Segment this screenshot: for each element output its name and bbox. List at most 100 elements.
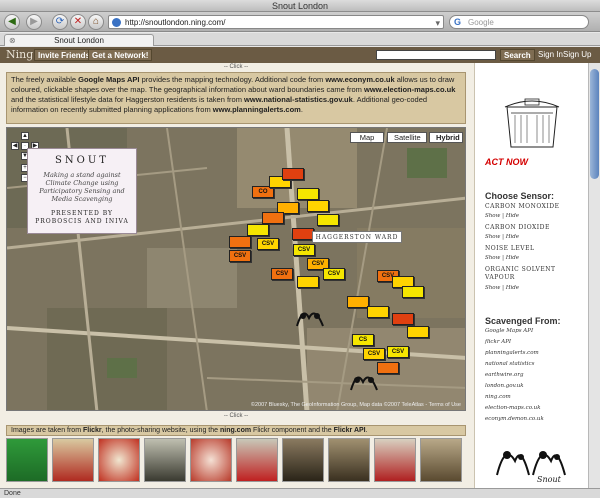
snout-tagline: Making a stand against Climate Change us… [39, 171, 125, 203]
csv-marker[interactable]: CSV [229, 250, 251, 262]
search-field[interactable]: G Google [449, 15, 589, 29]
vertical-scrollbar[interactable] [588, 63, 600, 488]
hide-link[interactable]: Hide [506, 234, 519, 240]
csv-marker[interactable] [297, 276, 319, 288]
close-tab-icon[interactable]: ⊗ [9, 35, 16, 46]
map-type-satellite[interactable]: Satellite [387, 132, 427, 143]
flickr-thumbnail[interactable] [420, 438, 462, 482]
ning-search-input[interactable] [376, 50, 496, 60]
csv-marker[interactable] [392, 313, 414, 325]
snout-mascot-icon [350, 376, 378, 391]
caption-text: . [365, 427, 368, 434]
flickr-thumbnail[interactable] [190, 438, 232, 482]
click-toggle-bottom[interactable]: -- Click -- [6, 413, 466, 421]
dropdown-chevron-icon[interactable]: ▾ [435, 17, 440, 30]
forward-arrow-icon[interactable]: ▶ [26, 14, 42, 30]
show-link[interactable]: Show [485, 213, 500, 219]
ning-search-button[interactable]: Search [500, 49, 535, 61]
map-type-map[interactable]: Map [350, 132, 384, 143]
map-attribution: ©2007 Bluesky, The GeoInformation Group,… [250, 402, 461, 408]
csv-marker[interactable]: CSV [271, 268, 293, 280]
sign-up-link[interactable]: Sign Up [563, 50, 591, 59]
national-statistics-link[interactable]: www.national-statistics.gov.uk [244, 95, 353, 104]
flickr-thumbnail[interactable] [6, 438, 48, 482]
election-maps-link[interactable]: www.election-maps.co.uk [364, 85, 455, 94]
flickr-link[interactable]: Flickr [83, 427, 102, 434]
csv-marker[interactable] [247, 224, 269, 236]
csv-marker[interactable]: CSV [293, 244, 315, 256]
flickr-thumbnail[interactable] [52, 438, 94, 482]
map-type-hybrid[interactable]: Hybrid [429, 132, 463, 143]
flickr-thumbnail[interactable] [328, 438, 370, 482]
csv-marker[interactable] [347, 296, 369, 308]
back-arrow-icon[interactable]: ◀ [4, 14, 20, 30]
get-network-button[interactable]: Get a Network! [88, 49, 153, 61]
source-link[interactable]: ning.com [485, 394, 511, 400]
flickr-thumbnail[interactable] [282, 438, 324, 482]
act-now-link[interactable]: ACT NOW [485, 157, 528, 167]
info-text: and the statistical lifestyle data for H… [11, 95, 245, 104]
satellite-map[interactable]: ▲ ◀ · ▶ ▼ + − Map Satellite Hybrid SNOUT… [6, 127, 466, 411]
snout-mascot-icon [296, 312, 324, 327]
pan-up-icon[interactable]: ▲ [21, 132, 29, 140]
source-link[interactable]: election-maps.co.uk [485, 405, 541, 411]
source-link[interactable]: planningalerts.com [485, 350, 539, 356]
info-text: . [300, 105, 303, 114]
csv-marker[interactable]: CSV [323, 268, 345, 280]
hide-link[interactable]: Hide [506, 213, 519, 219]
scavenged-from-heading: Scavenged From: [485, 316, 561, 326]
source-link[interactable]: london.gov.uk [485, 383, 524, 389]
csv-marker[interactable] [407, 326, 429, 338]
stop-icon[interactable]: ✕ [70, 14, 86, 30]
show-link[interactable]: Show [485, 255, 500, 261]
csv-marker[interactable] [282, 168, 304, 180]
hide-link[interactable]: Hide [506, 255, 519, 261]
ning-logo[interactable]: Ning [6, 48, 33, 61]
ning-link[interactable]: ning.com [220, 427, 251, 434]
csv-marker[interactable]: CSV [363, 348, 385, 360]
scrollbar-thumb[interactable] [590, 69, 599, 179]
source-link[interactable]: national statistics [485, 361, 534, 367]
url-text: http://snoutlondon.ning.com/ [125, 18, 226, 27]
source-link[interactable]: econym.demon.co.uk [485, 416, 544, 422]
url-bar[interactable]: http://snoutlondon.ning.com/ ▾ [108, 15, 444, 29]
csv-marker[interactable] [262, 212, 284, 224]
csv-marker[interactable] [402, 286, 424, 298]
flickr-thumbnail[interactable] [236, 438, 278, 482]
csv-marker[interactable]: CSV [387, 346, 409, 358]
site-favicon-icon [112, 18, 121, 27]
planningalerts-link[interactable]: www.planningalerts.com [213, 105, 301, 114]
invite-friends-button[interactable]: Invite Friends [34, 49, 95, 61]
choose-sensor-heading: Choose Sensor: [485, 191, 555, 201]
flickr-thumbnail[interactable] [98, 438, 140, 482]
flickr-thumbnail[interactable] [374, 438, 416, 482]
csv-marker[interactable] [292, 228, 314, 240]
econym-link[interactable]: www.econym.co.uk [325, 75, 394, 84]
source-link[interactable]: Google Maps API [485, 328, 533, 334]
pan-left-icon[interactable]: ◀ [11, 142, 19, 150]
sensor-name: CARBON DIOXIDE [485, 224, 550, 231]
source-link[interactable]: flickr API [485, 339, 511, 345]
csv-marker[interactable] [367, 306, 389, 318]
sensor-toggle: Show | Hide [485, 285, 520, 291]
show-link[interactable]: Show [485, 234, 500, 240]
csv-marker[interactable]: CSV [257, 238, 279, 250]
click-toggle-top[interactable]: -- Click -- [6, 64, 466, 72]
reload-icon[interactable]: ⟳ [52, 14, 68, 30]
show-link[interactable]: Show [485, 285, 500, 291]
window-title: Snout London [0, 0, 600, 12]
flickr-api-link[interactable]: Flickr API [334, 427, 366, 434]
csv-marker[interactable]: CS [352, 334, 374, 346]
snout-title: SNOUT [55, 155, 109, 166]
csv-marker[interactable] [317, 214, 339, 226]
google-maps-api-link[interactable]: Google Maps API [78, 75, 139, 84]
source-link[interactable]: earthwire.org [485, 372, 523, 378]
csv-marker[interactable] [307, 200, 329, 212]
flickr-thumbnail[interactable] [144, 438, 186, 482]
csv-marker[interactable] [229, 236, 251, 248]
home-icon[interactable]: ⌂ [88, 14, 104, 30]
tab-snout-london[interactable]: ⊗ Snout London [4, 34, 154, 46]
csv-marker[interactable] [297, 188, 319, 200]
hide-link[interactable]: Hide [506, 285, 519, 291]
sign-in-link[interactable]: Sign In [538, 50, 563, 59]
